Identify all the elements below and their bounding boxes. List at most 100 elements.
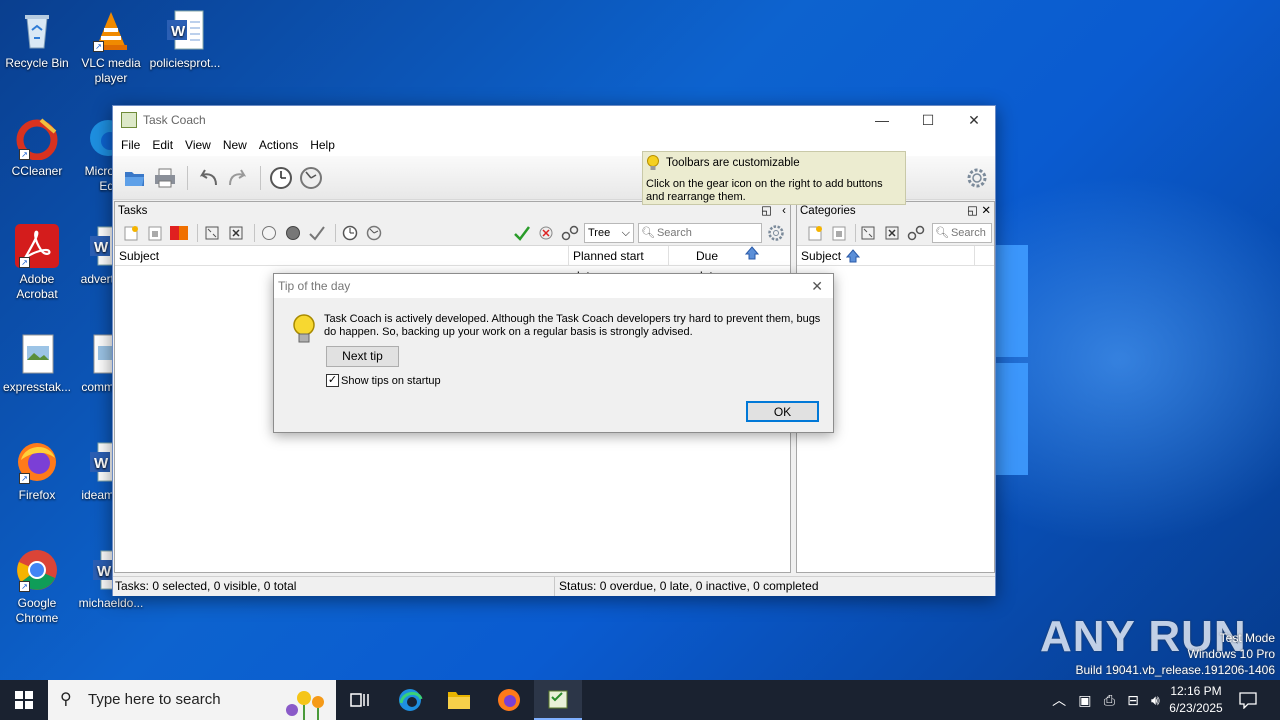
clear-filter-icon[interactable]: [536, 223, 556, 243]
stop-effort-clock-icon[interactable]: [364, 223, 384, 243]
next-tip-button[interactable]: Next tip: [326, 346, 399, 367]
tooltip-body: Click on the gear icon on the right to a…: [646, 178, 883, 203]
show-tips-label: Show tips on startup: [341, 374, 441, 387]
new-task-icon[interactable]: [121, 223, 141, 243]
view-mode-value: Tree: [588, 226, 611, 239]
tray-device-icon[interactable]: ⎙: [1104, 692, 1115, 709]
start-button[interactable]: [0, 680, 48, 720]
redo-icon[interactable]: [224, 164, 252, 192]
column-planned-start-date[interactable]: Planned start date: [569, 245, 669, 283]
clock-date: 6/23/2025: [1169, 701, 1223, 715]
toolbar-customize-gear-icon[interactable]: [963, 164, 991, 192]
desktop-icon-vlc[interactable]: ↗ VLC media player: [74, 8, 148, 86]
image-file-icon: [15, 332, 59, 376]
start-tracking-clock-icon[interactable]: [267, 164, 295, 192]
column-subject[interactable]: Subject: [115, 245, 569, 266]
delete-icon[interactable]: [226, 223, 246, 243]
desktop-icon-expresstak[interactable]: expresstak...: [0, 332, 74, 395]
dialog-close-button[interactable]: ✕: [811, 274, 823, 298]
tip-of-the-day-dialog: Tip of the day ✕ Task Coach is actively …: [273, 273, 834, 433]
taskbar-search-box[interactable]: ⚲ Type here to search: [48, 680, 336, 720]
stop-tracking-clock-icon[interactable]: [297, 164, 325, 192]
recycle-bin-icon: [15, 8, 59, 52]
open-folder-icon[interactable]: [121, 164, 149, 192]
column-subject[interactable]: Subject: [797, 245, 975, 266]
expand-all-icon[interactable]: [202, 223, 222, 243]
menu-file[interactable]: File: [115, 138, 146, 152]
system-tray: ︿ ▣ ⎙ ⊟ 🔊︎: [1046, 680, 1166, 720]
show-tips-checkbox[interactable]: ✓: [326, 374, 339, 387]
mark-completed-check-icon[interactable]: [307, 223, 327, 243]
tasks-toolbar-gear-icon[interactable]: [766, 223, 786, 243]
desktop-icon-firefox[interactable]: ↗ Firefox: [0, 440, 74, 503]
desktop-icon-advert[interactable]: W advert: [74, 224, 114, 287]
new-subtask-icon[interactable]: [145, 223, 165, 243]
categories-search-input[interactable]: 🔍︎ Search: [932, 222, 992, 243]
taskbar-file-explorer-icon[interactable]: [435, 680, 483, 720]
show-hidden-icons-chevron-up-icon[interactable]: ︿: [1052, 690, 1066, 710]
desktop-icon-chrome[interactable]: ↗ Google Chrome: [0, 548, 74, 626]
dialog-title-bar[interactable]: Tip of the day ✕: [274, 274, 833, 298]
search-icon: ⚲: [60, 691, 72, 708]
task-coach-app-icon: [121, 112, 137, 128]
sort-ascending-icon[interactable]: [743, 245, 763, 266]
delete-icon[interactable]: [882, 223, 902, 243]
desktop-icon-comm[interactable]: comm: [74, 332, 114, 395]
tasks-search-input[interactable]: 🔍︎ Search: [638, 222, 762, 243]
taskbar-firefox-icon[interactable]: [485, 680, 533, 720]
task-color-icon[interactable]: [169, 223, 189, 243]
edge-icon: [86, 116, 114, 160]
desktop-icon-policiesprot[interactable]: W policiesprot...: [148, 8, 222, 71]
desktop-icon-edge[interactable]: Micro Ed: [74, 116, 114, 194]
windows-logo-graphic: [995, 245, 1028, 475]
toolbar-separator: [197, 223, 198, 242]
lightbulb-icon: [293, 314, 315, 343]
title-bar[interactable]: Task Coach — ☐ ✕: [113, 106, 995, 134]
filter-circle-filled-icon[interactable]: [283, 223, 303, 243]
mark-done-green-check-icon[interactable]: [512, 223, 532, 243]
word-doc-icon: W: [163, 8, 207, 52]
ok-button[interactable]: OK: [746, 401, 819, 422]
test-mode-watermark: Test Mode Windows 10 Pro Build 19041.vb_…: [1076, 630, 1276, 678]
close-button[interactable]: ✕: [951, 106, 997, 134]
volume-icon[interactable]: 🔊︎: [1151, 692, 1160, 709]
watermark-line2: Windows 10 Pro: [1187, 647, 1275, 661]
notifications-icon[interactable]: [1228, 680, 1268, 720]
svg-text:W: W: [94, 239, 109, 256]
new-category-icon[interactable]: [805, 223, 825, 243]
desktop-icon-ccleaner[interactable]: ↗ CCleaner: [0, 116, 74, 179]
minimize-button[interactable]: —: [859, 106, 905, 134]
image-file-icon: [86, 332, 114, 376]
link-icon[interactable]: [906, 223, 926, 243]
shortcut-arrow-icon: ↗: [19, 581, 30, 592]
pane-dock-icon[interactable]: ◱: [967, 202, 978, 220]
undo-icon[interactable]: [194, 164, 222, 192]
link-icon[interactable]: [560, 223, 580, 243]
print-icon[interactable]: [151, 164, 179, 192]
tray-task-coach-icon[interactable]: ▣: [1078, 692, 1091, 709]
task-view-icon[interactable]: [336, 680, 384, 720]
pane-close-icon[interactable]: ✕: [981, 202, 991, 220]
menu-help[interactable]: Help: [304, 138, 341, 152]
view-mode-dropdown[interactable]: Tree ⌵: [584, 222, 634, 243]
desktop-icon-recycle-bin[interactable]: Recycle Bin: [0, 8, 74, 71]
taskbar-clock[interactable]: 12:16 PM 6/23/2025: [1166, 680, 1226, 720]
network-icon[interactable]: ⊟: [1127, 692, 1139, 709]
menu-edit[interactable]: Edit: [146, 138, 179, 152]
filter-circle-empty-icon[interactable]: [259, 223, 279, 243]
search-icon: 🔍︎: [935, 227, 949, 239]
desktop-icon-ideam[interactable]: W ideam: [74, 440, 114, 503]
menu-actions[interactable]: Actions: [253, 138, 304, 152]
taskbar-task-coach-icon[interactable]: [534, 680, 582, 720]
expand-all-icon[interactable]: [858, 223, 878, 243]
new-subcategory-icon[interactable]: [829, 223, 849, 243]
maximize-button[interactable]: ☐: [905, 106, 951, 134]
menu-view[interactable]: View: [179, 138, 217, 152]
svg-text:W: W: [171, 23, 186, 40]
column-due-date[interactable]: Due date: [669, 246, 743, 283]
start-effort-clock-icon[interactable]: [340, 223, 360, 243]
taskbar-edge-icon[interactable]: [386, 680, 434, 720]
tasks-search-placeholder: Search: [656, 226, 692, 239]
menu-new[interactable]: New: [217, 138, 253, 152]
desktop-icon-adobe-acrobat[interactable]: ↗ Adobe Acrobat: [0, 224, 74, 302]
